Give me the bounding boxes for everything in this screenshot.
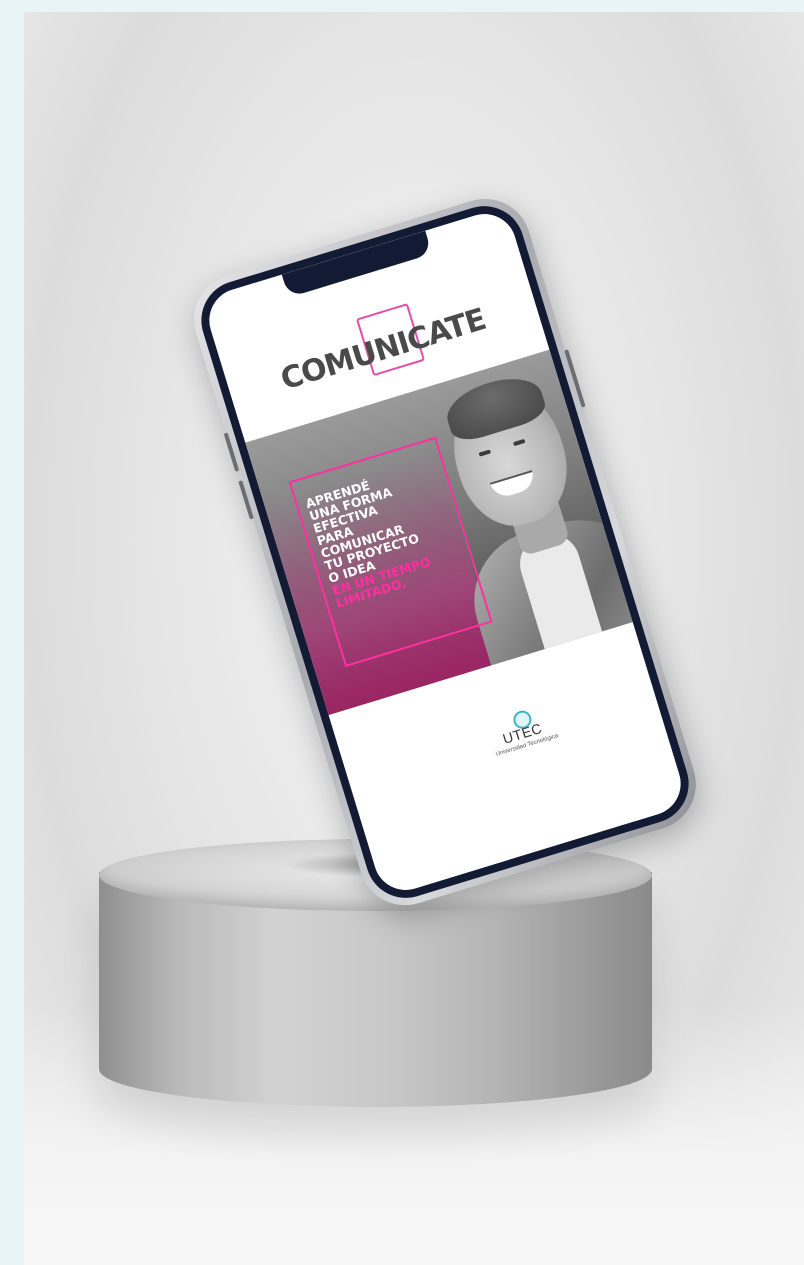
smartphone: COMUNICATE APRENDÉ UNA FORMA EFECTIVA PA… bbox=[182, 187, 708, 917]
product-mockup-scene: COMUNICATE APRENDÉ UNA FORMA EFECTIVA PA… bbox=[24, 12, 804, 1265]
